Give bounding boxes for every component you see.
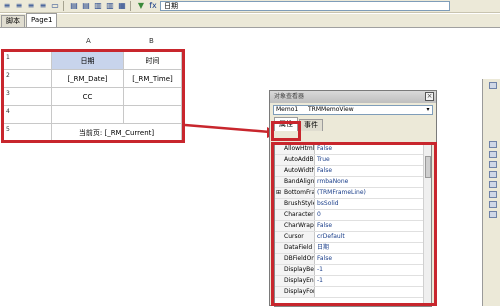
properties-highlight-box	[271, 142, 437, 306]
dialog-title: 对象查看器 ×	[270, 91, 436, 103]
dialog-title-text: 对象查看器	[274, 93, 305, 100]
tool-icon[interactable]	[489, 141, 497, 148]
tool-icon[interactable]	[489, 161, 497, 168]
object-name: Memo1	[276, 106, 299, 113]
object-select[interactable]: Memo1 TRMMemoView ▾	[273, 105, 433, 115]
right-toolbox-panel	[482, 79, 500, 306]
tab-events[interactable]: 事件	[299, 119, 323, 131]
tool-icon[interactable]	[489, 181, 497, 188]
chevron-down-icon[interactable]: ▾	[424, 106, 432, 114]
tool-icon[interactable]	[489, 171, 497, 178]
tool-icon[interactable]	[489, 211, 497, 218]
tool-icon[interactable]	[489, 151, 497, 158]
tab-highlight-box	[271, 121, 301, 141]
tool-icon[interactable]	[489, 82, 497, 89]
tool-icon[interactable]	[489, 191, 497, 198]
object-type: TRMMemoView	[308, 106, 354, 113]
close-icon[interactable]: ×	[425, 92, 434, 101]
tool-icon[interactable]	[489, 201, 497, 208]
